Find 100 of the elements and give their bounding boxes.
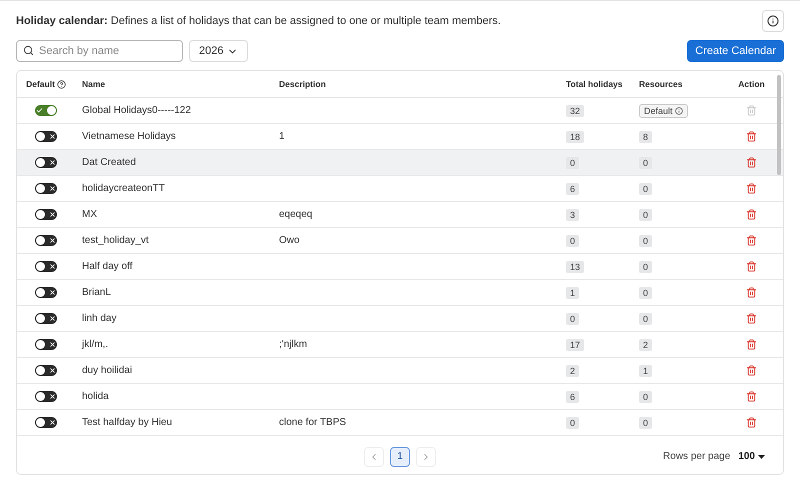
delete-button[interactable] <box>746 261 757 272</box>
name-cell-text: holida <box>81 391 110 402</box>
total-holidays-count: 0 <box>566 156 580 168</box>
column-header: Description <box>278 79 327 89</box>
default-toggle[interactable] <box>35 131 57 142</box>
x-icon <box>49 263 56 270</box>
delete-button[interactable] <box>746 183 757 194</box>
check-icon <box>36 107 43 114</box>
x-icon <box>49 133 56 140</box>
total-holidays-count: 6 <box>566 182 580 194</box>
default-toggle[interactable] <box>35 313 57 324</box>
trash-icon <box>746 261 757 272</box>
x-icon <box>49 289 56 296</box>
default-toggle[interactable] <box>35 235 57 246</box>
trash-icon <box>746 209 757 220</box>
delete-button[interactable] <box>746 209 757 220</box>
delete-button[interactable] <box>746 287 757 298</box>
default-toggle[interactable] <box>35 209 57 220</box>
delete-button[interactable] <box>746 157 757 168</box>
total-holidays-count: 32 <box>566 104 584 116</box>
total-holidays-count: 13 <box>566 260 584 272</box>
x-icon <box>49 237 56 244</box>
name-cell-text: Global Holidays0-----122 <box>81 105 192 116</box>
total-holidays-count: 0 <box>566 416 580 428</box>
x-icon <box>49 419 56 426</box>
trash-icon <box>746 183 757 194</box>
column-header: Name <box>81 79 106 89</box>
help-icon[interactable] <box>56 80 66 88</box>
rows-per-page-label: Rows per page <box>663 451 730 462</box>
name-cell-text: Half day off <box>81 261 134 272</box>
default-toggle[interactable] <box>35 261 57 272</box>
description-cell-text: clone for TBPS <box>278 417 348 428</box>
default-tag: Default <box>639 104 688 118</box>
name-cell-text: linh day <box>81 313 118 324</box>
name-cell-text: jkl/m,. <box>80 339 110 350</box>
default-toggle[interactable] <box>35 365 57 376</box>
total-holidays-count: 17 <box>566 338 584 350</box>
delete-button[interactable] <box>746 235 757 246</box>
x-icon <box>49 367 56 374</box>
search-field[interactable]: Search by name <box>16 40 183 62</box>
total-holidays-count: 1 <box>566 286 580 298</box>
default-toggle[interactable] <box>35 105 57 116</box>
description-cell-text: eqeqeq <box>278 209 314 220</box>
default-toggle[interactable] <box>35 183 57 194</box>
default-toggle[interactable] <box>35 339 57 350</box>
search-icon <box>23 45 34 56</box>
intro-text: Holiday calendar: Defines a list of holidays that can be assigned to one or multiple team members. <box>16 15 501 27</box>
trash-icon <box>746 339 757 350</box>
name-cell-text: Dat Created <box>81 157 137 168</box>
info-icon <box>674 106 683 114</box>
column-header: Default <box>17 79 75 89</box>
trash-icon <box>746 287 757 298</box>
delete-button[interactable] <box>746 391 757 402</box>
default-toggle[interactable] <box>35 287 57 298</box>
info-icon <box>767 15 779 27</box>
delete-button[interactable] <box>746 339 757 350</box>
resources-count: 8 <box>639 130 652 142</box>
name-cell-text: duy hoilidai <box>81 365 134 376</box>
year-select[interactable]: 2026 <box>189 40 248 62</box>
trash-icon <box>746 391 757 402</box>
trash-icon <box>746 313 757 324</box>
name-cell-text: Test halfday by Hieu <box>81 417 174 428</box>
name-cell-text: test_holiday_vt <box>81 235 150 246</box>
description-cell-text: 1 <box>278 131 286 142</box>
rows-per-page-select[interactable]: 100 <box>738 451 765 462</box>
delete-button[interactable] <box>746 313 757 324</box>
delete-button[interactable] <box>746 131 757 142</box>
default-toggle[interactable] <box>35 157 57 168</box>
delete-button[interactable] <box>746 365 757 376</box>
resources-count: 0 <box>639 234 652 246</box>
delete-button[interactable] <box>746 417 757 428</box>
caret-icon <box>758 454 765 458</box>
resources-count: 0 <box>639 156 652 168</box>
description-cell-text: Owo <box>278 235 301 246</box>
x-icon <box>49 185 56 192</box>
scrollbar[interactable] <box>777 75 781 175</box>
resources-count: 0 <box>639 312 652 324</box>
resources-count: 2 <box>639 338 652 350</box>
resources-count: 0 <box>639 416 652 428</box>
resources-count: 0 <box>639 390 652 402</box>
trash-icon <box>746 365 757 376</box>
x-icon <box>49 341 56 348</box>
name-cell-text: BrianL <box>81 287 112 298</box>
trash-icon <box>746 131 757 142</box>
x-icon <box>49 393 56 400</box>
total-holidays-count: 3 <box>566 208 580 220</box>
column-header: Total holidays <box>565 79 624 89</box>
default-toggle[interactable] <box>35 417 57 428</box>
default-toggle[interactable] <box>35 391 57 402</box>
resources-count: 0 <box>639 182 652 194</box>
column-header: Resources <box>638 79 684 89</box>
page-button[interactable]: 1 <box>390 446 410 466</box>
total-holidays-count: 0 <box>566 234 580 246</box>
trash-icon <box>746 157 757 168</box>
description-cell-text: ;'njlkm <box>278 339 308 350</box>
trash-icon <box>746 417 757 428</box>
info-button[interactable] <box>762 10 784 32</box>
resources-count: 1 <box>639 364 652 376</box>
x-icon <box>49 211 56 218</box>
create-calendar-button[interactable]: Create Calendar <box>687 40 784 62</box>
